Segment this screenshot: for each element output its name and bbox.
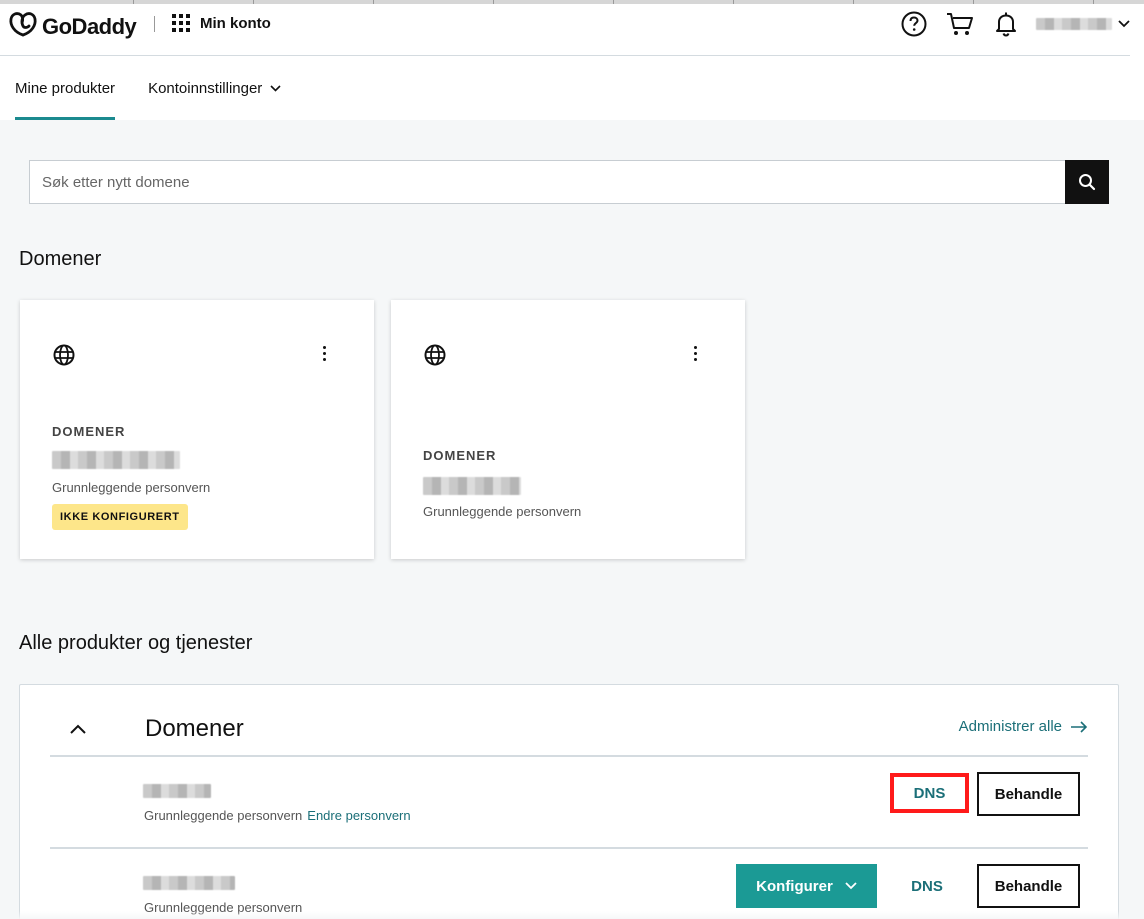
domain-row: Grunnleggende personvern Endre personvern…: [50, 757, 1088, 847]
arrow-right-icon: [1071, 720, 1088, 733]
apps-menu-label: Min konto: [200, 14, 271, 32]
sub-navigation: Mine produkter Kontoinnstillinger: [0, 56, 281, 120]
kebab-menu-icon[interactable]: [690, 344, 701, 363]
header-divider: [154, 16, 155, 32]
manage-button[interactable]: Behandle: [977, 772, 1080, 816]
manage-all-label: Administrer alle: [958, 718, 1062, 735]
search-icon: [1079, 174, 1096, 191]
domain-name-redacted: [143, 784, 211, 798]
manage-all-link[interactable]: Administrer alle: [959, 718, 1088, 735]
apps-grid-icon: [172, 14, 190, 32]
brand-name: GoDaddy: [42, 13, 137, 39]
row-plan: Grunnleggende personvern Endre personvern: [144, 808, 411, 823]
chevron-down-icon: [1118, 20, 1130, 28]
bell-icon[interactable]: [992, 10, 1020, 38]
domains-heading: Domener: [19, 248, 102, 270]
configure-label: Konfigurer: [756, 877, 833, 895]
domain-name-redacted: [423, 477, 521, 495]
all-products-heading: Alle produkter og tjenester: [19, 632, 253, 654]
all-products-panel: Domener Administrer alle Grunnleggende p…: [19, 684, 1119, 919]
user-menu[interactable]: [1036, 18, 1130, 30]
card-category: DOMENER: [423, 448, 497, 463]
globe-icon: [424, 344, 446, 371]
card-plan: Grunnleggende personvern: [52, 480, 211, 495]
top-bar: GoDaddy Min konto Mine produkter Kontoin…: [0, 4, 1144, 120]
username-redacted: [1036, 18, 1112, 30]
help-icon[interactable]: [900, 10, 928, 38]
tab-account-settings-label: Kontoinnstillinger: [148, 79, 263, 97]
kebab-menu-icon[interactable]: [319, 344, 330, 363]
domain-name-redacted: [52, 451, 180, 469]
domain-card[interactable]: DOMENER Grunnleggende personvern: [391, 300, 745, 559]
tab-my-products[interactable]: Mine produkter: [0, 56, 116, 120]
dns-button[interactable]: DNS: [890, 864, 964, 908]
configure-button[interactable]: Konfigurer: [736, 864, 877, 908]
domain-search: [29, 160, 1109, 204]
dns-button[interactable]: DNS: [890, 773, 969, 813]
domain-search-input[interactable]: [29, 160, 1065, 204]
chevron-down-icon: [845, 882, 857, 890]
card-category: DOMENER: [52, 424, 126, 439]
panel-title: Domener: [145, 715, 244, 742]
change-privacy-link[interactable]: Endre personvern: [307, 808, 410, 823]
row-plan-label: Grunnleggende personvern: [144, 808, 303, 823]
apps-menu-button[interactable]: Min konto: [172, 14, 271, 32]
tab-account-settings[interactable]: Kontoinnstillinger: [115, 56, 281, 120]
bottom-fade: [0, 911, 1144, 919]
domain-row: Grunnleggende personvern Konfigurer DNS …: [50, 847, 1088, 919]
cart-icon[interactable]: [946, 10, 974, 38]
godaddy-logo-icon: [8, 10, 38, 43]
godaddy-logo[interactable]: GoDaddy: [8, 10, 137, 43]
header-actions: [882, 10, 1130, 38]
globe-icon: [53, 344, 75, 371]
card-plan: Grunnleggende personvern: [423, 504, 582, 519]
domain-name-redacted: [143, 876, 235, 890]
search-button[interactable]: [1065, 160, 1109, 204]
status-badge: IKKE KONFIGURERT: [52, 504, 188, 530]
tab-my-products-label: Mine produkter: [15, 79, 116, 97]
domain-card[interactable]: DOMENER Grunnleggende personvern IKKE KO…: [20, 300, 374, 559]
manage-button[interactable]: Behandle: [977, 864, 1080, 908]
chevron-up-icon[interactable]: [70, 721, 86, 739]
chevron-down-icon: [270, 84, 281, 92]
global-header: GoDaddy Min konto: [0, 4, 1130, 56]
panel-header: Domener Administrer alle: [50, 685, 1088, 757]
